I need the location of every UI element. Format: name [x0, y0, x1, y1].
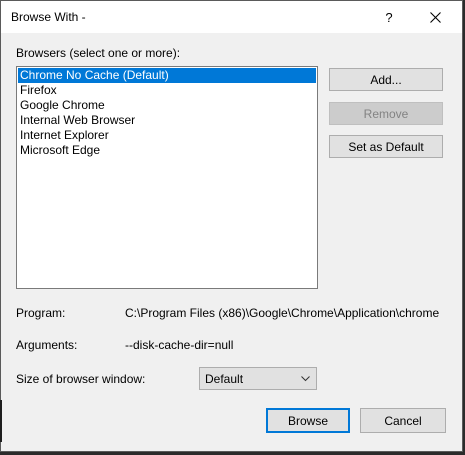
browser-item-google-chrome[interactable]: Google Chrome	[18, 98, 316, 113]
help-button[interactable]: ?	[367, 1, 411, 33]
browsers-label: Browsers (select one or more):	[16, 46, 181, 60]
browser-item-chrome-no-cache[interactable]: Chrome No Cache (Default)	[18, 68, 316, 83]
program-value: C:\Program Files (x86)\Google\Chrome\App…	[125, 306, 440, 320]
browser-item-microsoft-edge[interactable]: Microsoft Edge	[18, 143, 316, 158]
browse-button[interactable]: Browse	[266, 408, 350, 433]
arguments-value: --disk-cache-dir=null	[125, 338, 234, 352]
cancel-button[interactable]: Cancel	[360, 408, 446, 433]
browse-with-dialog: Browse With - ? Browsers (select one or …	[0, 0, 463, 452]
browsers-listbox[interactable]: Chrome No Cache (Default) Firefox Google…	[16, 66, 318, 289]
window-size-dropdown[interactable]: Default	[199, 367, 317, 390]
window-size-label: Size of browser window:	[16, 372, 146, 386]
dialog-title: Browse With -	[11, 10, 86, 24]
close-button[interactable]	[413, 1, 457, 33]
help-icon: ?	[385, 9, 393, 25]
chevron-down-icon	[301, 376, 310, 382]
program-label: Program:	[16, 306, 66, 320]
browser-item-internal-web-browser[interactable]: Internal Web Browser	[18, 113, 316, 128]
arguments-label: Arguments:	[16, 338, 78, 352]
browser-item-firefox[interactable]: Firefox	[18, 83, 316, 98]
background-window-edge	[0, 400, 2, 442]
title-bar: Browse With - ?	[1, 1, 462, 33]
set-as-default-button[interactable]: Set as Default	[329, 135, 443, 158]
remove-button[interactable]: Remove	[329, 102, 443, 125]
add-button[interactable]: Add...	[329, 68, 443, 91]
close-icon	[429, 11, 441, 23]
window-size-selected-value: Default	[205, 372, 244, 386]
browser-item-internet-explorer[interactable]: Internet Explorer	[18, 128, 316, 143]
